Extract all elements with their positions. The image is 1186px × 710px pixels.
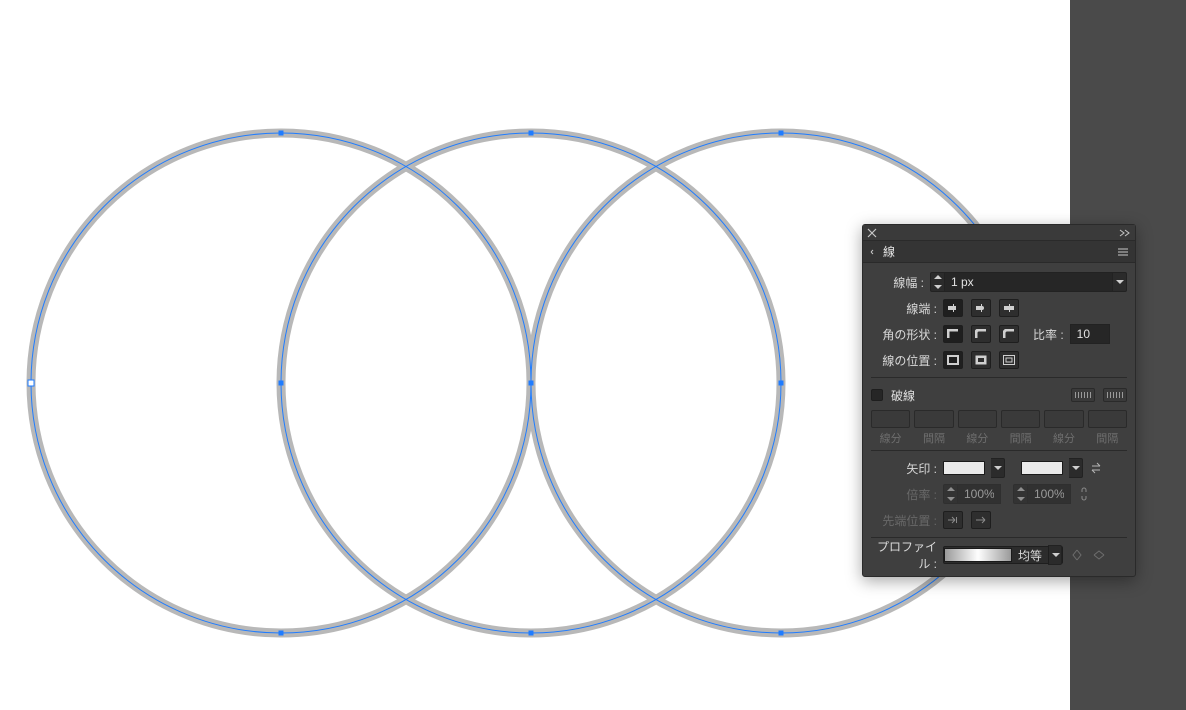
swap-arrows-icon[interactable]: [1089, 460, 1105, 476]
scale-end-spin[interactable]: [1013, 484, 1027, 504]
weight-dropdown[interactable]: [1113, 272, 1127, 292]
separator-2: [871, 450, 1127, 451]
arrow-start-dropdown[interactable]: [991, 458, 1005, 478]
weight-spin[interactable]: [930, 272, 944, 292]
dash-preserve-exact-button[interactable]: [1071, 388, 1095, 402]
dash-align-ends-button[interactable]: [1103, 388, 1127, 402]
flip-along-icon[interactable]: [1069, 547, 1085, 563]
dash-lab-3: 線分: [1053, 430, 1075, 446]
profile-dd-arrow[interactable]: [1048, 545, 1062, 565]
bbox-handle[interactable]: [28, 380, 34, 386]
panel-title: 線: [883, 243, 895, 260]
row-arrows: 矢印 :: [871, 455, 1127, 481]
cap-projecting-button[interactable]: [999, 299, 1019, 317]
panel-tab-stroke[interactable]: 線: [869, 243, 895, 260]
row-corner: 角の形状 : 比率 :: [871, 321, 1127, 347]
tip-at-end-button[interactable]: [971, 511, 991, 529]
scale-end-input[interactable]: [1027, 484, 1071, 504]
anchor-point[interactable]: [279, 131, 284, 136]
anchor-point[interactable]: [779, 631, 784, 636]
dash-lab-2: 線分: [966, 430, 988, 446]
row-arrow-scale: 倍率 :: [871, 481, 1127, 507]
dashed-checkbox[interactable]: [871, 389, 883, 401]
weight-input[interactable]: [944, 272, 1113, 292]
row-profile: プロファイル : 均等: [871, 542, 1127, 568]
flip-across-icon[interactable]: [1091, 547, 1107, 563]
close-icon[interactable]: [867, 228, 877, 238]
anchor-point[interactable]: [529, 381, 534, 386]
chevron-icon: [869, 248, 877, 256]
profile-dropdown[interactable]: 均等: [943, 546, 1063, 564]
gap-lab-2: 間隔: [1010, 430, 1032, 446]
align-outside-button[interactable]: [999, 351, 1019, 369]
tip-label: 先端位置 :: [871, 512, 937, 529]
row-dashed: 破線: [871, 382, 1127, 408]
row-cap: 線端 :: [871, 295, 1127, 321]
corner-label: 角の形状 :: [871, 326, 937, 343]
scale-start-spin[interactable]: [943, 484, 957, 504]
weight-stepper[interactable]: [930, 272, 1127, 292]
miter-input[interactable]: [1070, 324, 1110, 344]
gap-lab-1: 間隔: [923, 430, 945, 446]
dash-field-1[interactable]: [871, 410, 910, 428]
separator: [871, 377, 1127, 378]
arrow-end-swatch[interactable]: [1021, 461, 1063, 475]
arrows-label: 矢印 :: [871, 460, 937, 477]
dash-fields: 線分 間隔 線分 間隔 線分 間隔: [871, 410, 1127, 446]
anchor-point[interactable]: [279, 381, 284, 386]
gap-field-1[interactable]: [914, 410, 953, 428]
align-inside-button[interactable]: [971, 351, 991, 369]
dash-field-3[interactable]: [1044, 410, 1083, 428]
scale-end-stepper[interactable]: [1013, 484, 1071, 504]
arrow-end-dropdown[interactable]: [1069, 458, 1083, 478]
panel-flyout-icon[interactable]: [1117, 247, 1129, 257]
row-weight: 線幅 :: [871, 269, 1127, 295]
gap-field-3[interactable]: [1088, 410, 1127, 428]
profile-label: プロファイル :: [871, 538, 937, 572]
row-tip-align: 先端位置 :: [871, 507, 1127, 533]
arrow-start-swatch[interactable]: [943, 461, 985, 475]
panel-titlebar[interactable]: [863, 225, 1135, 241]
corner-bevel-button[interactable]: [999, 325, 1019, 343]
scale-label: 倍率 :: [871, 486, 937, 503]
panel-body: 線幅 : 線端 : 角の形状 : 比率 : 線の位置 :: [863, 263, 1135, 576]
dash-field-2[interactable]: [958, 410, 997, 428]
link-scale-icon[interactable]: [1077, 485, 1091, 503]
gap-field-2[interactable]: [1001, 410, 1040, 428]
scale-start-input[interactable]: [957, 484, 1001, 504]
gap-lab-3: 間隔: [1096, 430, 1118, 446]
panel-tabbar: 線: [863, 241, 1135, 263]
miter-label: 比率 :: [1033, 326, 1064, 343]
anchor-point[interactable]: [529, 631, 534, 636]
collapse-icon[interactable]: [1119, 229, 1131, 237]
profile-value: 均等: [1014, 547, 1046, 564]
cap-butt-button[interactable]: [943, 299, 963, 317]
anchor-point[interactable]: [529, 131, 534, 136]
cap-round-button[interactable]: [971, 299, 991, 317]
cap-label: 線端 :: [871, 300, 937, 317]
corner-round-button[interactable]: [971, 325, 991, 343]
weight-label: 線幅 :: [871, 274, 924, 291]
tip-extend-button[interactable]: [943, 511, 963, 529]
stroke-panel[interactable]: 線 線幅 : 線端 : 角の形状 : 比率: [862, 224, 1136, 577]
anchor-point[interactable]: [779, 131, 784, 136]
row-align: 線の位置 :: [871, 347, 1127, 373]
align-center-button[interactable]: [943, 351, 963, 369]
anchor-point[interactable]: [279, 631, 284, 636]
scale-start-stepper[interactable]: [943, 484, 1001, 504]
dash-lab-1: 線分: [880, 430, 902, 446]
profile-swatch: [944, 548, 1012, 562]
dashed-label: 破線: [891, 387, 915, 404]
align-label: 線の位置 :: [871, 352, 937, 369]
corner-miter-button[interactable]: [943, 325, 963, 343]
anchor-point[interactable]: [779, 381, 784, 386]
